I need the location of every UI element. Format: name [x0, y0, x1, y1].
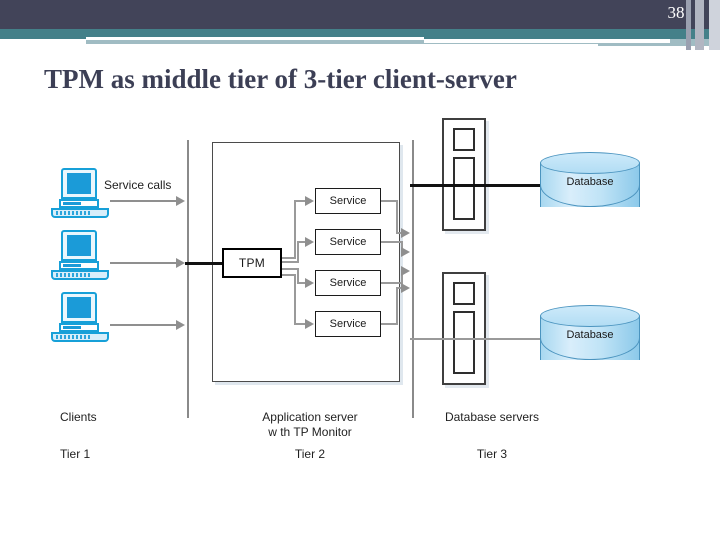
tier-divider-2-3 [412, 140, 414, 418]
service-box-1[interactable]: Service [315, 188, 381, 214]
header-dark-band [0, 0, 720, 29]
tier-1-name: Tier 1 [60, 447, 91, 461]
header-stripe-gap-left [0, 39, 86, 46]
tier3-bus-bottom [410, 338, 546, 340]
computer-drive-slot [63, 264, 81, 267]
client-2-connector [110, 262, 176, 264]
tpm-to-service-1-seg-v [294, 201, 296, 259]
tier-3-caption: Database servers [444, 410, 540, 424]
server-drive-bay-icon [453, 282, 475, 305]
service-2-out-arrowhead [401, 247, 410, 257]
tpm-to-service-2-arrowhead [305, 237, 314, 247]
header-stripe-gap-right [424, 39, 670, 43]
client-1-arrowhead [176, 196, 185, 206]
tier-3-name: Tier 3 [476, 447, 508, 461]
header-stripe-gap-upper [86, 37, 424, 40]
database-2: Database [540, 305, 640, 371]
computer-keys [56, 211, 92, 215]
service-box-2[interactable]: Service [315, 229, 381, 255]
header-vertical-bar-3 [709, 0, 720, 50]
computer-monitor-icon [61, 230, 97, 261]
slide-number: 38 [667, 3, 685, 22]
computer-drive-slot [63, 202, 81, 205]
tier3-bus-top [410, 184, 546, 187]
slide-header: 38 [0, 0, 720, 50]
tpm-to-service-1-arrowhead [305, 196, 314, 206]
database-cylinder-top [540, 305, 640, 327]
service-box-3[interactable]: Service [315, 270, 381, 296]
computer-drive-slot [63, 326, 81, 329]
server-drive-bay-icon [453, 128, 475, 151]
database-1: Database [540, 152, 640, 218]
header-stripe-gap-lower [86, 44, 598, 47]
client-computer-3 [51, 292, 109, 342]
tpm-inbound-bus [185, 262, 225, 265]
client-1-connector [110, 200, 176, 202]
service-1-out-v [396, 200, 398, 233]
database-server-tower-1 [442, 118, 486, 231]
computer-screen [67, 235, 91, 256]
tier-2-caption: Application server w th TP Monitor [262, 410, 358, 439]
database-server-tower-2 [442, 272, 486, 385]
computer-monitor-icon [61, 292, 97, 323]
service-1-out-arrowhead [401, 228, 410, 238]
client-3-arrowhead [176, 320, 185, 330]
three-tier-architecture-diagram: Service calls TPM Service Service Servic… [0, 100, 720, 500]
tier-2-name: Tier 2 [294, 447, 326, 461]
computer-screen [67, 173, 91, 194]
tpm-to-service-4-arrowhead [305, 319, 314, 329]
tpm-to-service-3-arrowhead [305, 278, 314, 288]
service-2-out-h1 [381, 241, 403, 243]
service-calls-label: Service calls [104, 178, 172, 192]
computer-keys [56, 273, 92, 277]
client-2-arrowhead [176, 258, 185, 268]
server-panel-icon [453, 157, 475, 220]
database-cylinder-top [540, 152, 640, 174]
database-1-label: Database [566, 176, 614, 188]
service-3-out-h1 [381, 282, 403, 284]
page-title: TPM as middle tier of 3-tier client-serv… [44, 64, 517, 94]
server-panel-icon [453, 311, 475, 374]
service-4-out-v [396, 288, 398, 324]
service-box-4[interactable]: Service [315, 311, 381, 337]
computer-screen [67, 297, 91, 318]
tier-divider-1-2 [187, 140, 189, 418]
tier-1-caption: Clients [60, 410, 97, 424]
service-4-out-arrowhead [401, 283, 410, 293]
client-3-connector [110, 324, 176, 326]
computer-keys [56, 335, 92, 339]
tpm-to-service-4-seg-v [294, 274, 296, 324]
tpm-to-service-2-seg-v [297, 242, 299, 263]
service-3-out-arrowhead [401, 266, 410, 276]
client-computer-2 [51, 230, 109, 280]
tpm-to-service-3-seg-v [297, 268, 299, 283]
header-vertical-bar-2 [695, 0, 704, 50]
computer-monitor-icon [61, 168, 97, 199]
client-computer-1 [51, 168, 109, 218]
tpm-box[interactable]: TPM [222, 248, 282, 278]
database-2-label: Database [566, 329, 614, 341]
